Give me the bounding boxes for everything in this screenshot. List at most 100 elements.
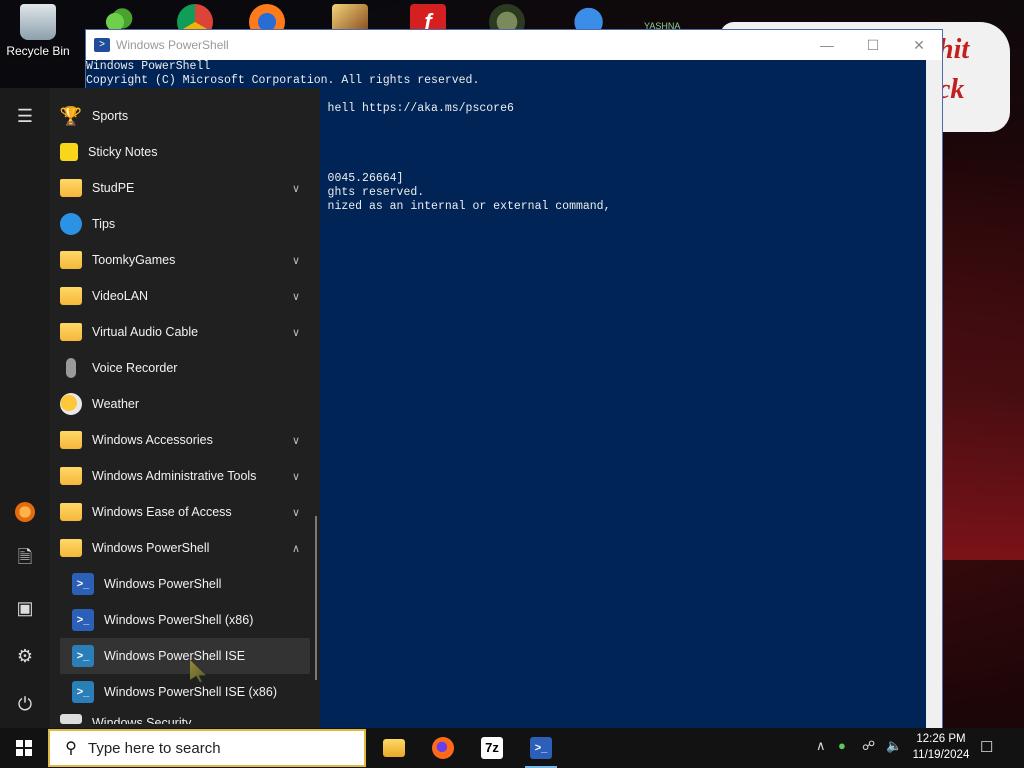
app-label: Windows Administrative Tools [92, 469, 257, 483]
powershell-ise-icon: >_ [72, 681, 94, 703]
app-label: Windows Accessories [92, 433, 213, 447]
console-line: Windows PowerShell [86, 60, 211, 73]
settings-gear-icon[interactable]: ⚙ [10, 641, 40, 671]
app-label: ToomkyGames [92, 253, 176, 267]
app-label: Sticky Notes [88, 145, 158, 159]
chevron-down-icon: ∨ [291, 326, 300, 339]
chevron-up-icon: ∧ [291, 542, 300, 555]
powershell-icon: >_ [530, 737, 552, 759]
app-list: 🏆 Sports Sticky Notes StudPE ∨ Tips Toomky… [60, 98, 310, 724]
firefox-icon [432, 737, 454, 759]
file-explorer-icon [383, 739, 405, 757]
folder-toomkygames[interactable]: ToomkyGames ∨ [60, 242, 310, 278]
powershell-title: Windows PowerShell [116, 38, 229, 52]
hamburger-menu-icon[interactable]: ☰ [10, 101, 40, 131]
search-icon: ⚲ [65, 740, 77, 757]
shield-icon [60, 714, 82, 724]
app-label: Windows PowerShell [92, 541, 210, 555]
pictures-icon[interactable]: ▣ [10, 593, 40, 623]
maximize-button[interactable]: ☐ [850, 30, 896, 60]
notification-center-icon[interactable]: ☐ [980, 738, 993, 756]
app-item-tips[interactable]: Tips [60, 206, 310, 242]
console-line: Copyright (C) Microsoft Corporation. All… [86, 74, 480, 87]
app-label: Weather [92, 397, 140, 411]
recycle-bin-label: Recycle Bin [6, 44, 70, 58]
volume-icon[interactable]: 🔈 [886, 738, 902, 754]
weather-icon [60, 393, 82, 415]
folder-windows-accessories[interactable]: Windows Accessories ∨ [60, 422, 310, 458]
powershell-icon: >_ [72, 573, 94, 595]
app-item-windows-powershell-ise-x86[interactable]: >_ Windows PowerShell ISE (x86) [60, 674, 310, 710]
wallpaper-tree [934, 140, 1024, 560]
app-label: StudPE [92, 181, 135, 195]
recycle-bin-icon [20, 4, 56, 40]
start-button[interactable] [0, 728, 48, 768]
close-button[interactable]: ✕ [896, 30, 942, 60]
start-rail: ☰ 🗎 ▣ ⚙ ⏻ [0, 88, 50, 728]
chevron-down-icon: ∨ [291, 434, 300, 447]
network-icon[interactable]: ☍ [862, 738, 875, 754]
powershell-icon: >_ [72, 609, 94, 631]
folder-icon [60, 251, 82, 269]
folder-icon [60, 287, 82, 305]
start-menu: ☰ 🗎 ▣ ⚙ ⏻ 🏆 Sports Sticky Notes StudPE ∨ T… [0, 88, 320, 728]
app-label: Windows Security [92, 716, 192, 724]
documents-icon[interactable]: 🗎 [10, 545, 40, 575]
app-label: Windows PowerShell [104, 577, 222, 591]
app-label: Tips [92, 217, 116, 231]
app-item-sticky-notes[interactable]: Sticky Notes [60, 134, 310, 170]
user-avatar[interactable] [10, 497, 40, 527]
taskbar-firefox[interactable] [419, 728, 467, 768]
taskbar-file-explorer[interactable] [370, 728, 418, 768]
banner-text-1: hit [938, 34, 970, 65]
show-hidden-icons-chevron-icon[interactable]: ∧ [816, 738, 826, 754]
app-item-windows-powershell-ise[interactable]: >_ Windows PowerShell ISE [60, 638, 310, 674]
app-label: Voice Recorder [92, 361, 178, 375]
tray-app-icon[interactable]: ● [838, 738, 846, 753]
windows-logo-icon [16, 740, 32, 756]
minimize-button[interactable]: — [804, 30, 850, 60]
console-scrollbar[interactable] [926, 60, 942, 728]
tips-lightbulb-icon [60, 213, 82, 235]
folder-videolan[interactable]: VideoLAN ∨ [60, 278, 310, 314]
powershell-titlebar[interactable]: > Windows PowerShell — ☐ ✕ [86, 30, 942, 60]
sticky-notes-icon [60, 143, 78, 161]
recycle-bin-shortcut[interactable]: Recycle Bin [3, 4, 73, 58]
folder-windows-ease-of-access[interactable]: Windows Ease of Access ∨ [60, 494, 310, 530]
folder-windows-powershell[interactable]: Windows PowerShell ∧ [60, 530, 310, 566]
7zip-icon: 7z [481, 737, 503, 759]
app-label: Virtual Audio Cable [92, 325, 199, 339]
app-label: VideoLAN [92, 289, 149, 303]
folder-icon [60, 323, 82, 341]
app-label: Windows Ease of Access [92, 505, 232, 519]
folder-windows-administrative-tools[interactable]: Windows Administrative Tools ∨ [60, 458, 310, 494]
clock-date: 11/19/2024 [912, 749, 970, 761]
start-menu-scrollbar[interactable] [315, 516, 317, 680]
powershell-ise-icon: >_ [72, 645, 94, 667]
search-input[interactable] [86, 738, 350, 758]
app-item-windows-security[interactable]: Windows Security [60, 710, 310, 724]
app-label: Windows PowerShell ISE (x86) [104, 685, 277, 699]
chevron-down-icon: ∨ [291, 254, 300, 267]
folder-icon [60, 431, 82, 449]
taskbar-search[interactable]: ⚲ [48, 729, 366, 767]
folder-icon [60, 179, 82, 197]
taskbar-clock[interactable]: 12:26 PM 11/19/2024 [908, 731, 974, 763]
clock-time: 12:26 PM [916, 733, 966, 745]
chevron-down-icon: ∨ [291, 182, 300, 195]
taskbar: ⚲ 7z >_ ∧ ● ☍ 🔈 12:26 PM 11/19/2024 ☐ [0, 728, 1024, 768]
taskbar-7zip[interactable]: 7z [468, 728, 516, 768]
folder-virtual-audio-cable[interactable]: Virtual Audio Cable ∨ [60, 314, 310, 350]
chevron-down-icon: ∨ [291, 290, 300, 303]
app-item-windows-powershell-x86[interactable]: >_ Windows PowerShell (x86) [60, 602, 310, 638]
app-item-windows-powershell[interactable]: >_ Windows PowerShell [60, 566, 310, 602]
app-item-weather[interactable]: Weather [60, 386, 310, 422]
taskbar-powershell[interactable]: >_ [517, 728, 565, 768]
microphone-icon [60, 357, 82, 379]
folder-icon [60, 467, 82, 485]
folder-studpe[interactable]: StudPE ∨ [60, 170, 310, 206]
power-icon[interactable]: ⏻ [10, 689, 40, 719]
app-item-sports[interactable]: 🏆 Sports [60, 98, 310, 134]
app-item-voice-recorder[interactable]: Voice Recorder [60, 350, 310, 386]
app-label: Windows PowerShell (x86) [104, 613, 254, 627]
